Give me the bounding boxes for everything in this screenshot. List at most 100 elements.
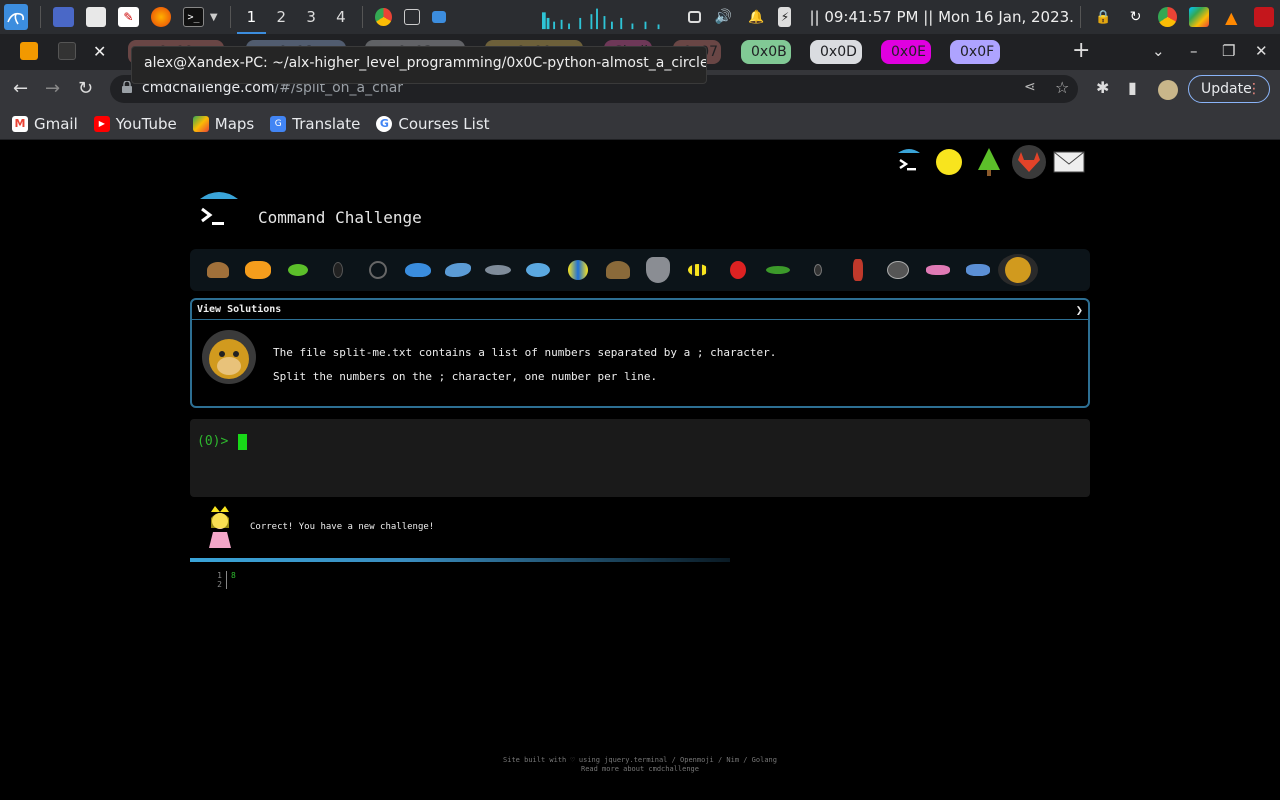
footer-credits[interactable]: Site built with ♡ using jquery.terminal … xyxy=(0,756,1280,765)
window-close-icon[interactable]: ✕ xyxy=(1255,42,1268,60)
bookmark-star-icon[interactable]: ☆ xyxy=(1055,78,1069,97)
bookmark-youtube[interactable]: ▶ YouTube xyxy=(93,114,177,133)
tree-icon[interactable] xyxy=(972,145,1006,179)
worm-icon[interactable] xyxy=(918,254,958,286)
ladybug-icon[interactable] xyxy=(718,254,758,286)
tab-group-0x0f[interactable]: 0x0F xyxy=(950,40,1000,64)
chevron-right-icon[interactable]: ❯ xyxy=(1076,300,1083,320)
text-editor-icon[interactable]: ✎ xyxy=(118,7,139,27)
bookmarks-bar: M Gmail ▶ YouTube Maps G Translate G Cou… xyxy=(0,108,1280,140)
extensions-icon[interactable]: ✱ xyxy=(1096,78,1109,97)
fly-icon[interactable] xyxy=(878,254,918,286)
taskbar-separator xyxy=(1079,6,1081,28)
terminal-input[interactable]: (0)> xyxy=(190,419,1090,497)
tropical-fish-icon[interactable] xyxy=(558,254,598,286)
mail-icon[interactable] xyxy=(1052,145,1086,179)
reload-icon[interactable]: ↻ xyxy=(78,78,93,99)
minimize-icon[interactable]: – xyxy=(1190,42,1198,60)
back-icon[interactable]: ← xyxy=(13,78,28,99)
bee-icon[interactable] xyxy=(678,254,718,286)
output-line: 2 xyxy=(210,580,236,589)
task-description-line-2: Split the numbers on the ; character, on… xyxy=(273,370,658,383)
footer-about-link[interactable]: Read more about cmdchallenge xyxy=(0,765,1280,774)
kali-menu-icon[interactable] xyxy=(4,4,29,30)
bookmark-label: YouTube xyxy=(115,114,177,133)
whale-icon[interactable] xyxy=(398,254,438,286)
forward-icon[interactable]: → xyxy=(45,78,60,99)
wolf-icon[interactable] xyxy=(638,254,678,286)
gmail-icon: M xyxy=(12,115,28,132)
tab-search-icon[interactable]: ⌄ xyxy=(1152,42,1165,60)
tab-group-0x0e[interactable]: 0x0E xyxy=(881,40,931,64)
tab-favicon-icon[interactable] xyxy=(58,42,76,60)
page-title[interactable]: Command Challenge xyxy=(258,208,422,227)
monkey-icon[interactable] xyxy=(998,254,1038,286)
update-button[interactable]: Update ⋮ xyxy=(1188,75,1270,103)
workspace-1[interactable]: 1 xyxy=(236,0,267,34)
maximize-icon[interactable]: ❐ xyxy=(1222,42,1235,60)
firefox-icon[interactable] xyxy=(150,7,172,27)
window-switch-icon[interactable] xyxy=(403,9,421,25)
caterpillar-icon[interactable] xyxy=(278,254,318,286)
lock-screen-icon[interactable]: 🔒 xyxy=(1093,7,1114,27)
bookmark-gmail[interactable]: M Gmail xyxy=(12,115,78,133)
bookmark-courses[interactable]: G Courses List xyxy=(376,115,490,133)
cmdchallenge-logo-icon[interactable] xyxy=(196,189,242,231)
pdf-icon[interactable] xyxy=(1253,7,1275,27)
profile-avatar[interactable] xyxy=(1158,80,1178,100)
gitlab-icon[interactable] xyxy=(1012,145,1046,179)
file-manager-icon[interactable] xyxy=(85,7,107,27)
chrome-window-icon[interactable] xyxy=(374,8,392,26)
tab-close-icon[interactable]: ✕ xyxy=(93,42,106,61)
terminal-icon[interactable]: >_ xyxy=(183,7,204,27)
hedgehog-icon[interactable] xyxy=(598,254,638,286)
spider-icon[interactable] xyxy=(798,254,838,286)
microbe-icon[interactable] xyxy=(958,254,998,286)
line-text: 8 xyxy=(231,571,236,580)
bookmark-translate[interactable]: G Translate xyxy=(270,115,360,133)
app-window-icon[interactable] xyxy=(432,11,446,23)
screen-icon[interactable] xyxy=(688,11,702,23)
workspace-3[interactable]: 3 xyxy=(296,0,326,34)
new-tab-button[interactable]: + xyxy=(1072,38,1090,63)
clock[interactable]: || 09:41:57 PM || Mon 16 Jan, 2023. xyxy=(809,8,1074,26)
dolphin-icon[interactable] xyxy=(478,254,518,286)
power-manager-icon[interactable]: ⚡ xyxy=(778,7,792,27)
play-store-icon[interactable] xyxy=(1188,7,1210,27)
cmdchallenge-home-icon[interactable] xyxy=(892,145,926,179)
face-icon xyxy=(936,149,962,175)
lock-icon[interactable] xyxy=(122,81,132,93)
tab-group-0x0d[interactable]: 0x0D xyxy=(810,40,862,64)
tab-group-0x0b[interactable]: 0x0B xyxy=(741,40,791,64)
cricket-icon[interactable] xyxy=(758,254,798,286)
side-panel-icon[interactable]: ▮ xyxy=(1128,78,1137,97)
view-solutions-toggle[interactable]: View Solutions ❯ xyxy=(192,300,1088,320)
shark-icon[interactable] xyxy=(438,254,478,286)
butterfly-icon[interactable] xyxy=(238,254,278,286)
workspace-2[interactable]: 2 xyxy=(266,0,296,34)
fish-icon[interactable] xyxy=(518,254,558,286)
chevron-down-icon[interactable]: ▼ xyxy=(210,12,218,23)
monkey-avatar-icon xyxy=(202,330,256,384)
notification-bell-icon[interactable]: 🔔 xyxy=(746,7,767,27)
volume-icon[interactable]: 🔊 xyxy=(713,7,734,27)
desktop-icon[interactable] xyxy=(53,7,74,27)
snail-icon[interactable] xyxy=(198,254,238,286)
workspace-4[interactable]: 4 xyxy=(326,0,356,34)
chrome-launcher-icon[interactable] xyxy=(1157,7,1177,27)
bookmark-label: Translate xyxy=(292,114,361,133)
progress-bar xyxy=(190,558,730,562)
spider-web-icon[interactable] xyxy=(358,254,398,286)
scorpion-icon[interactable] xyxy=(838,254,878,286)
tab-tooltip: alex@Xandex-PC: ~/alx-higher_level_progr… xyxy=(131,46,707,84)
bookmark-maps[interactable]: Maps xyxy=(192,115,254,133)
tab-favicon-icon[interactable] xyxy=(20,42,38,60)
hint-emoji-icon[interactable] xyxy=(932,145,966,179)
page-footer: Site built with ♡ using jquery.terminal … xyxy=(0,756,1280,774)
share-icon[interactable]: ⋖ xyxy=(1024,79,1036,95)
refresh-icon[interactable]: ↻ xyxy=(1125,7,1146,27)
vlc-icon[interactable]: ▲ xyxy=(1221,7,1242,27)
menu-dots-icon[interactable]: ⋮ xyxy=(1247,76,1261,102)
taskbar-separator xyxy=(361,6,363,28)
ant-icon[interactable] xyxy=(318,254,358,286)
